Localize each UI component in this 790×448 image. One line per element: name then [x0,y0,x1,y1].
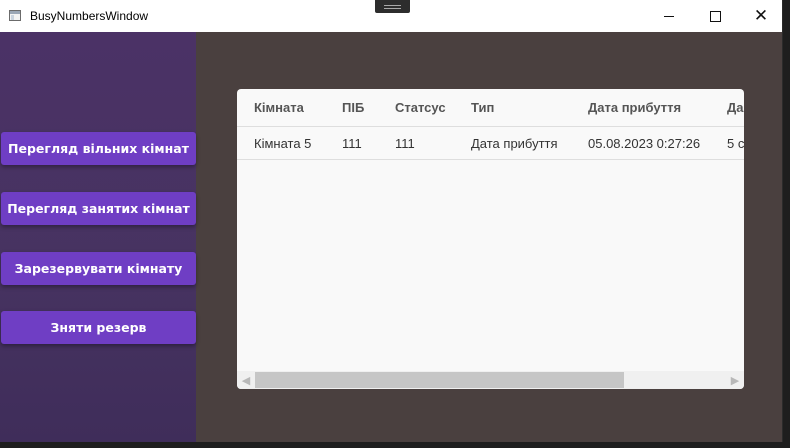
bookings-grid[interactable]: Кімната ПІБ Статсус Тип Дата прибуття Да… [237,89,744,389]
close-icon: ✕ [753,5,769,26]
maximize-button[interactable] [692,0,738,32]
cell-departure-date: 5 с [727,135,744,151]
column-header-type[interactable]: Тип [471,89,494,126]
cell-arrival-date: 05.08.2023 0:27:26 [588,135,701,151]
cell-name: 111 [342,135,362,151]
title-bar[interactable]: BusyNumbersWindow ✕ [0,0,782,32]
column-header-room[interactable]: Кімната [254,89,304,126]
cell-type: Дата прибуття [471,135,558,151]
window-title: BusyNumbersWindow [30,9,149,23]
scroll-right-icon[interactable]: ▶ [726,371,744,389]
column-header-status[interactable]: Статсус [395,89,446,126]
close-button[interactable]: ✕ [738,0,784,32]
column-header-departure-date[interactable]: Да [727,89,744,126]
view-free-rooms-button[interactable]: Перегляд вільних кімнат [1,132,196,165]
window-app-icon [9,10,21,21]
table-row[interactable]: Кімната 5 111 111 Дата прибуття 05.08.20… [237,127,744,160]
maximize-icon [709,10,721,22]
desktop-background-bottom [0,442,790,448]
app-window: BusyNumbersWindow ✕ Перегляд вільних кім… [0,0,783,442]
horizontal-scrollbar[interactable]: ◀ ▶ [237,371,744,389]
cell-status: 111 [395,135,415,151]
desktop-background [783,0,790,448]
scroll-left-icon[interactable]: ◀ [237,371,255,389]
minimize-icon [664,15,674,17]
minimize-button[interactable] [646,0,692,32]
reserve-room-button[interactable]: Зарезервувати кімнату [1,252,196,285]
view-occupied-rooms-button[interactable]: Перегляд занятих кімнат [1,192,196,225]
sidebar: Перегляд вільних кімнат Перегляд занятих… [0,32,196,442]
column-header-arrival-date[interactable]: Дата прибуття [588,89,681,126]
cell-room: Кімната 5 [254,135,312,151]
column-header-name[interactable]: ПІБ [342,89,364,126]
scrollbar-thumb[interactable] [255,372,624,388]
snap-handle-icon[interactable] [375,0,410,13]
grid-header: Кімната ПІБ Статсус Тип Дата прибуття Да [237,89,744,127]
remove-reservation-button[interactable]: Зняти резерв [1,311,196,344]
